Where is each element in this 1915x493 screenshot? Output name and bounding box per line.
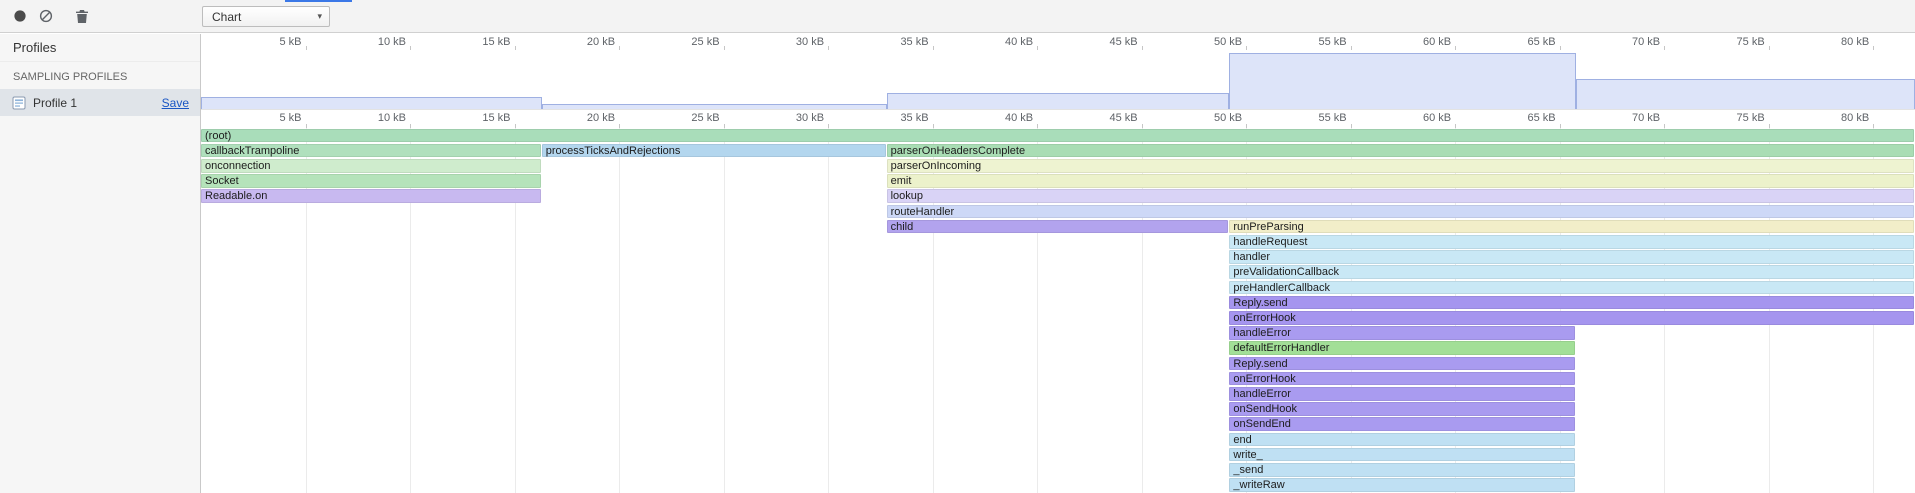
flame-bar[interactable]: routeHandler <box>887 205 1914 219</box>
ruler-tick-label: 25 kB <box>662 36 720 48</box>
ruler-tick-label: 10 kB <box>348 36 406 48</box>
allocation-overview-pane[interactable] <box>201 50 1915 110</box>
flame-bar[interactable]: Readable.on <box>201 189 541 203</box>
ruler-tick-label: 75 kB <box>1707 36 1765 48</box>
ruler-tick-label: 25 kB <box>662 112 720 124</box>
profiles-sidebar: Profiles SAMPLING PROFILES Profile 1 Sav… <box>0 34 201 493</box>
flame-bar[interactable]: onSendEnd <box>1229 417 1575 431</box>
flame-bar[interactable]: handleRequest <box>1229 235 1914 249</box>
flame-bar[interactable]: parserOnIncoming <box>887 159 1914 173</box>
ruler-tick-label: 35 kB <box>871 36 929 48</box>
overview-depth-segment <box>542 104 887 109</box>
ruler-tick-label: 55 kB <box>1289 112 1347 124</box>
flame-bar[interactable]: Socket <box>201 174 541 188</box>
ruler-tick-label: 20 kB <box>557 112 615 124</box>
memory-ruler-top: 5 kB 10 kB 15 kB 20 kB 25 kB 30 kB 35 kB 40 kB 4… <box>201 34 1915 50</box>
flame-bar[interactable]: onconnection <box>201 159 541 173</box>
view-mode-select[interactable]: Chart ▾ <box>202 6 330 27</box>
memory-ruler-main: 5 kB 10 kB 15 kB 20 kB 25 kB 30 kB 35 kB 40 kB 4… <box>201 110 1915 128</box>
ruler-tick-label: 60 kB <box>1393 112 1451 124</box>
ruler-tick-label: 45 kB <box>1080 36 1138 48</box>
flame-bar[interactable]: Reply.send <box>1229 357 1575 371</box>
ruler-tick-label: 70 kB <box>1602 36 1660 48</box>
flame-bar[interactable]: handleError <box>1229 326 1575 340</box>
flame-bar[interactable]: preValidationCallback <box>1229 265 1914 279</box>
ruler-tick-label: 30 kB <box>766 112 824 124</box>
ruler-tick-label: 35 kB <box>871 112 929 124</box>
flame-bar[interactable]: handleError <box>1229 387 1575 401</box>
ruler-tick-label: 20 kB <box>557 36 615 48</box>
flame-bar[interactable]: child <box>887 220 1229 234</box>
gridline <box>828 128 829 493</box>
flame-bar[interactable]: Reply.send <box>1229 296 1914 310</box>
ruler-tick-label: 80 kB <box>1811 112 1869 124</box>
save-profile-link[interactable]: Save <box>162 96 189 110</box>
flame-chart-region: 5 kB 10 kB 15 kB 20 kB 25 kB 30 kB 35 kB 40 kB 4… <box>201 34 1915 493</box>
sampling-profiles-section-label: SAMPLING PROFILES <box>0 62 200 89</box>
record-icon <box>13 11 27 26</box>
flame-bar[interactable]: processTicksAndRejections <box>542 144 886 158</box>
active-tab-underline <box>285 0 352 2</box>
flame-bar[interactable]: lookup <box>887 189 1914 203</box>
ruler-tick-label: 65 kB <box>1498 36 1556 48</box>
profile-list-item[interactable]: Profile 1 Save <box>0 89 200 116</box>
ruler-tick-label: 80 kB <box>1811 36 1869 48</box>
gridline <box>724 128 725 493</box>
gridline <box>619 128 620 493</box>
devtools-memory-panel: Chart ▾ Profiles SAMPLING PROFILES Profi… <box>0 0 1915 493</box>
heap-profile-icon <box>12 96 26 110</box>
flame-bar[interactable]: callbackTrampoline <box>201 144 541 158</box>
overview-depth-segment <box>1576 79 1915 109</box>
ruler-tick-label: 30 kB <box>766 36 824 48</box>
ruler-tick-label: 45 kB <box>1080 112 1138 124</box>
clear-icon <box>39 11 53 26</box>
flame-bar[interactable]: runPreParsing <box>1229 220 1914 234</box>
flame-bar[interactable]: onErrorHook <box>1229 372 1575 386</box>
ruler-tick-label: 5 kB <box>244 112 302 124</box>
flame-bar[interactable]: _send <box>1229 463 1575 477</box>
flame-bar[interactable]: end <box>1229 433 1575 447</box>
overview-depth-segment <box>887 93 1230 109</box>
ruler-tick-label: 55 kB <box>1289 36 1347 48</box>
flame-bar[interactable]: onErrorHook <box>1229 311 1914 325</box>
view-mode-selected-label: Chart <box>212 10 241 24</box>
flame-bar[interactable]: parserOnHeadersComplete <box>887 144 1914 158</box>
ruler-tick-label: 75 kB <box>1707 112 1765 124</box>
flame-bar[interactable]: write_ <box>1229 448 1575 462</box>
flame-bar[interactable]: (root) <box>201 129 1914 143</box>
ruler-tick-label: 40 kB <box>975 112 1033 124</box>
flame-bar[interactable]: defaultErrorHandler <box>1229 341 1575 355</box>
flame-bar[interactable]: onSendHook <box>1229 402 1575 416</box>
ruler-tick-label: 50 kB <box>1184 112 1242 124</box>
ruler-tick-label: 70 kB <box>1602 112 1660 124</box>
ruler-tick-label: 10 kB <box>348 112 406 124</box>
ruler-tick-label: 5 kB <box>244 36 302 48</box>
ruler-tick-label: 15 kB <box>453 36 511 48</box>
flame-chart[interactable]: (root)callbackTrampolineprocessTicksAndR… <box>201 128 1915 493</box>
delete-profile-button[interactable] <box>70 5 94 29</box>
record-heap-profile-button[interactable] <box>8 5 32 29</box>
profile-name: Profile 1 <box>33 96 77 110</box>
ruler-tick-label: 60 kB <box>1393 36 1451 48</box>
overview-depth-segment <box>201 97 542 109</box>
trash-icon <box>75 12 89 27</box>
flame-bar[interactable]: preHandlerCallback <box>1229 281 1914 295</box>
overview-depth-segment <box>1229 53 1576 109</box>
panel-body: Profiles SAMPLING PROFILES Profile 1 Sav… <box>0 34 1915 493</box>
chevron-down-icon: ▾ <box>317 11 322 22</box>
clear-profiles-button[interactable] <box>34 5 58 29</box>
memory-toolbar: Chart ▾ <box>0 0 1915 33</box>
flame-bar[interactable]: emit <box>887 174 1914 188</box>
ruler-tick-label: 50 kB <box>1184 36 1242 48</box>
ruler-tick-label: 40 kB <box>975 36 1033 48</box>
profiles-header: Profiles <box>0 34 200 62</box>
flame-bar[interactable]: handler <box>1229 250 1914 264</box>
ruler-tick-label: 65 kB <box>1498 112 1556 124</box>
ruler-tick-label: 15 kB <box>453 112 511 124</box>
flame-bar[interactable]: _writeRaw <box>1229 478 1575 492</box>
